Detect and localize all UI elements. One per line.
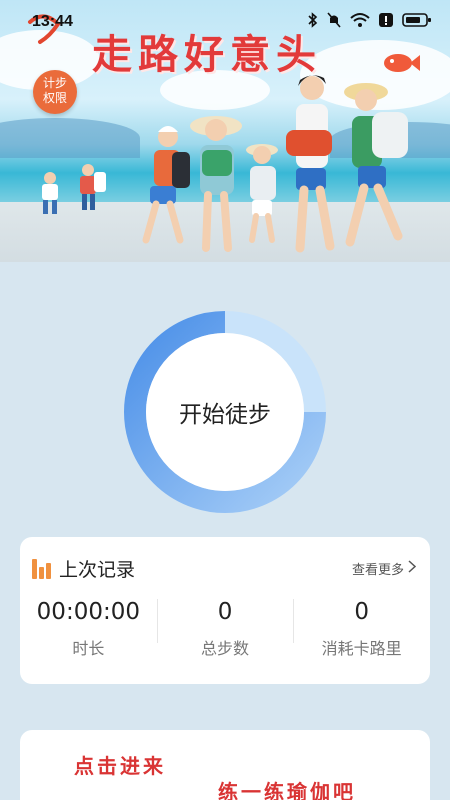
card-title: 上次记录: [59, 559, 136, 581]
stat-value: 00:00:00: [36, 599, 140, 625]
promo-line-2: 练一练瑜伽吧: [218, 780, 356, 800]
promo-line-1: 点击进来: [74, 754, 166, 778]
stat-duration: 00:00:00 时长: [20, 597, 157, 667]
stat-calories: 0 消耗卡路里: [293, 597, 430, 667]
start-walk-inner: 开始徒步: [146, 333, 304, 491]
step-permission-button[interactable]: 计步 权限: [33, 70, 77, 114]
stat-steps: 0 总步数: [156, 597, 294, 667]
status-time: 13:44: [32, 13, 73, 30]
view-more-label: 查看更多: [351, 563, 404, 578]
app-title: 走路好意头: [92, 31, 322, 78]
stat-label: 消耗卡路里: [321, 639, 402, 658]
hero-banner: 13:44 走路好意头 计步 权限: [0, 0, 450, 262]
chevron-right-icon: [408, 560, 417, 577]
mute-icon: [327, 12, 341, 32]
stat-value: 0: [354, 599, 369, 625]
start-walk-button[interactable]: 开始徒步: [124, 311, 326, 513]
stat-value: 0: [217, 599, 233, 625]
stat-label: 总步数: [201, 639, 250, 658]
last-record-card: 上次记录 查看更多 00:00:00 时长 0 总步数 0 消耗卡路里: [20, 537, 430, 684]
permission-line-2: 权限: [42, 91, 67, 105]
battery-icon: [402, 12, 432, 32]
bar-chart-icon: [32, 558, 51, 579]
stat-label: 时长: [72, 639, 105, 658]
view-more-link[interactable]: 查看更多: [351, 559, 417, 578]
wifi-icon: [350, 12, 370, 32]
permission-line-1: 计步: [42, 76, 67, 90]
card-header: 上次记录: [32, 555, 135, 582]
start-walk-label: 开始徒步: [179, 402, 271, 428]
status-icons: [308, 12, 432, 32]
alert-icon: [379, 12, 393, 32]
yoga-promo-card[interactable]: 点击进来 练一练瑜伽吧: [20, 730, 430, 800]
stats-row: 00:00:00 时长 0 总步数 0 消耗卡路里: [20, 597, 430, 667]
